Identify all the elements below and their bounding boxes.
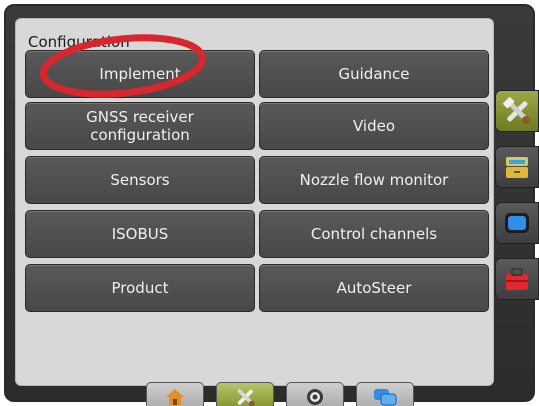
gnss-receiver-configuration-button[interactable]: GNSS receiver configuration <box>25 102 255 150</box>
tools-icon <box>237 389 255 406</box>
autosteer-button[interactable]: AutoSteer <box>259 264 489 312</box>
side-tab-data[interactable] <box>495 146 539 188</box>
home-icon <box>166 389 184 405</box>
side-tab-display[interactable] <box>495 202 539 244</box>
bottom-tab-target[interactable] <box>286 382 344 406</box>
implement-button[interactable]: Implement <box>25 50 255 98</box>
guidance-button[interactable]: Guidance <box>259 50 489 98</box>
side-tab-toolbox[interactable] <box>495 258 539 300</box>
nozzle-flow-monitor-button[interactable]: Nozzle flow monitor <box>259 156 489 204</box>
bottom-tab-home[interactable] <box>146 382 204 406</box>
product-button[interactable]: Product <box>25 264 255 312</box>
console-frame: Configuration Implement Guidance GNSS re… <box>4 4 539 406</box>
bottom-tab-screens[interactable] <box>356 382 414 406</box>
sensors-button[interactable]: Sensors <box>25 156 255 204</box>
screens-icon <box>374 389 397 406</box>
side-tab-tools[interactable] <box>495 90 539 132</box>
target-icon <box>307 389 323 405</box>
bottom-tab-tools[interactable] <box>216 382 274 406</box>
gnss-receiver-configuration-label: GNSS receiver configuration <box>86 108 194 144</box>
display-icon <box>505 213 529 233</box>
cabinet-icon <box>506 157 528 178</box>
screen: Configuration Implement Guidance GNSS re… <box>0 0 539 406</box>
video-button[interactable]: Video <box>259 102 489 150</box>
toolbox-icon <box>506 268 528 290</box>
panel-title: Configuration <box>28 33 130 51</box>
tools-icon <box>503 97 530 124</box>
isobus-button[interactable]: ISOBUS <box>25 210 255 258</box>
control-channels-button[interactable]: Control channels <box>259 210 489 258</box>
